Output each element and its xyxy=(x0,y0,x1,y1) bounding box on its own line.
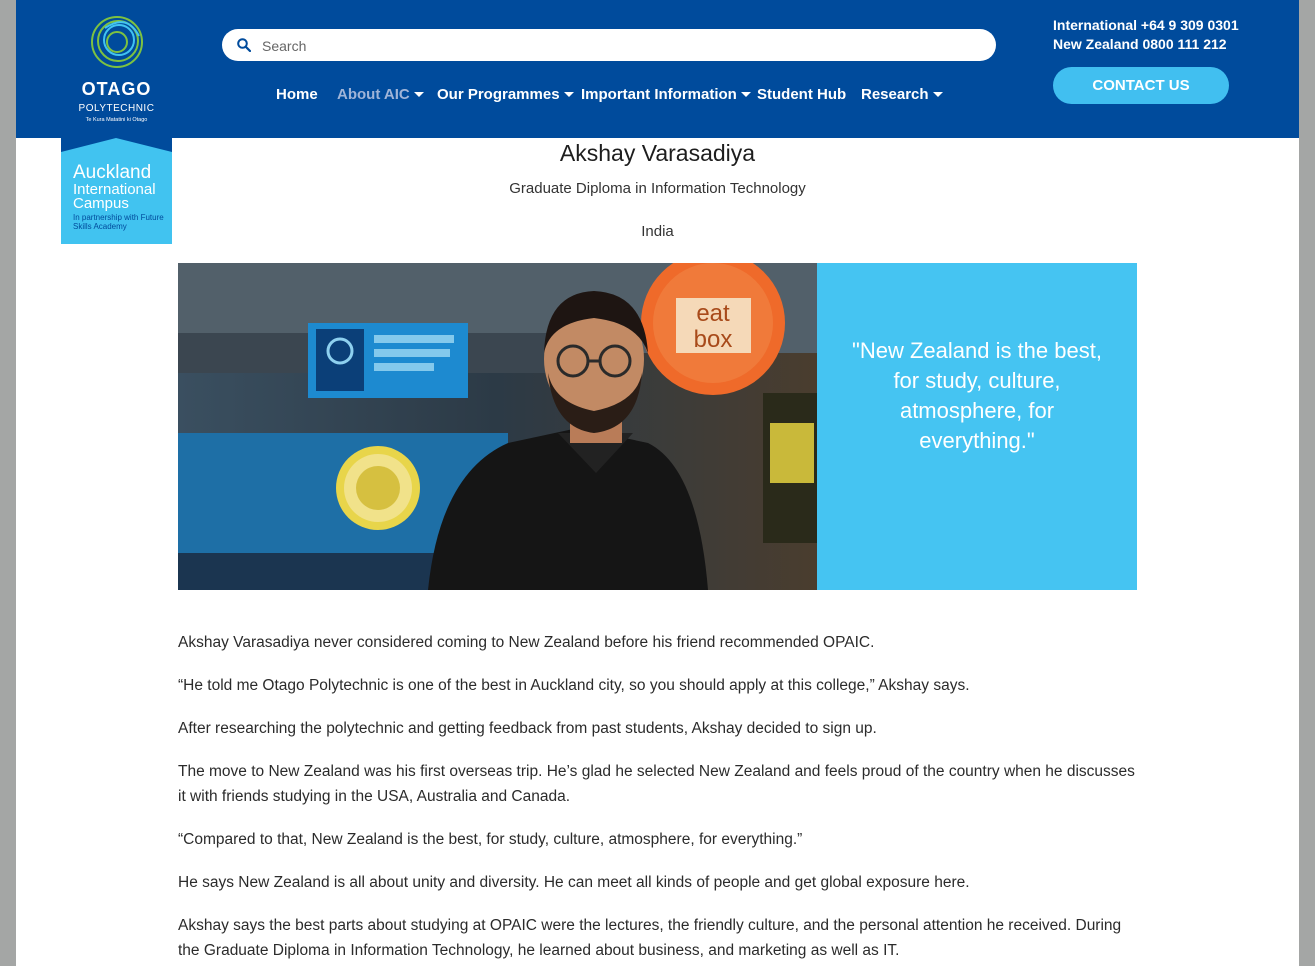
nav-research[interactable]: Research xyxy=(861,86,943,103)
otago-logo[interactable]: OTAGO POLYTECHNIC Te Kura Matatini ki Ot… xyxy=(61,0,172,138)
search-bar[interactable] xyxy=(222,29,996,63)
pull-quote: "New Zealand is the best, for study, cul… xyxy=(852,338,1102,453)
nav-about-aic[interactable]: About AIC xyxy=(337,86,424,103)
article-paragraph: “He told me Otago Polytechnic is one of … xyxy=(178,677,970,694)
student-photo: eat box xyxy=(178,263,817,590)
nav-important-information-label: Important Information xyxy=(581,86,737,103)
chevron-down-icon xyxy=(932,92,943,97)
page-title: Akshay Varasadiya xyxy=(559,140,756,166)
page: OTAGO POLYTECHNIC Te Kura Matatini ki Ot… xyxy=(16,0,1299,966)
nav-student-hub[interactable]: Student Hub xyxy=(757,86,846,103)
eatbox-sign-text-2: box xyxy=(694,326,733,353)
article-paragraph: Akshay Varasadiya never considered comin… xyxy=(178,634,875,651)
nav-our-programmes[interactable]: Our Programmes xyxy=(437,86,574,103)
logo-otago-text: OTAGO xyxy=(81,79,152,99)
phone-new-zealand[interactable]: New Zealand 0800 111 212 xyxy=(1053,36,1227,52)
logo-tagline: Te Kura Matatini ki Otago xyxy=(85,117,148,123)
chevron-down-icon xyxy=(413,92,424,97)
nav-important-information[interactable]: Important Information xyxy=(581,86,751,103)
article-body: Akshay Varasadiya never considered comin… xyxy=(178,630,1138,966)
country-label: India xyxy=(641,223,674,240)
article-paragraph: Akshay says the best parts about studyin… xyxy=(178,917,1122,959)
article-paragraph: The move to New Zealand was his first ov… xyxy=(178,763,1135,805)
search-icon[interactable] xyxy=(237,38,251,52)
otago-swirl-logo-icon xyxy=(91,16,143,68)
nav-student-hub-label: Student Hub xyxy=(757,86,847,103)
contact-us-button[interactable]: CONTACT US xyxy=(1053,67,1229,104)
campus-badge-campus: Campus xyxy=(73,195,129,212)
chevron-down-icon xyxy=(563,92,574,97)
student-photo-illustration: eat box xyxy=(178,263,817,590)
nav-research-label: Research xyxy=(861,86,929,103)
phone-international[interactable]: International +64 9 309 0301 xyxy=(1053,17,1239,33)
programme-subtitle: Graduate Diploma in Information Technolo… xyxy=(509,180,806,197)
article-paragraph: “Compared to that, New Zealand is the be… xyxy=(178,831,803,848)
logo-polytechnic-text: POLYTECHNIC xyxy=(78,103,155,114)
eatbox-sign-text-1: eat xyxy=(696,300,730,327)
chevron-down-icon xyxy=(740,92,751,97)
nav-about-aic-label: About AIC xyxy=(337,86,410,103)
nav-our-programmes-label: Our Programmes xyxy=(437,86,560,103)
article-paragraph: After researching the polytechnic and ge… xyxy=(178,720,877,737)
nav-home-label: Home xyxy=(276,86,318,103)
article-paragraph: He says New Zealand is all about unity a… xyxy=(178,874,970,891)
nav-home[interactable]: Home xyxy=(276,86,318,103)
quote-panel: "New Zealand is the best, for study, cul… xyxy=(817,263,1137,590)
search-input[interactable] xyxy=(260,29,984,63)
